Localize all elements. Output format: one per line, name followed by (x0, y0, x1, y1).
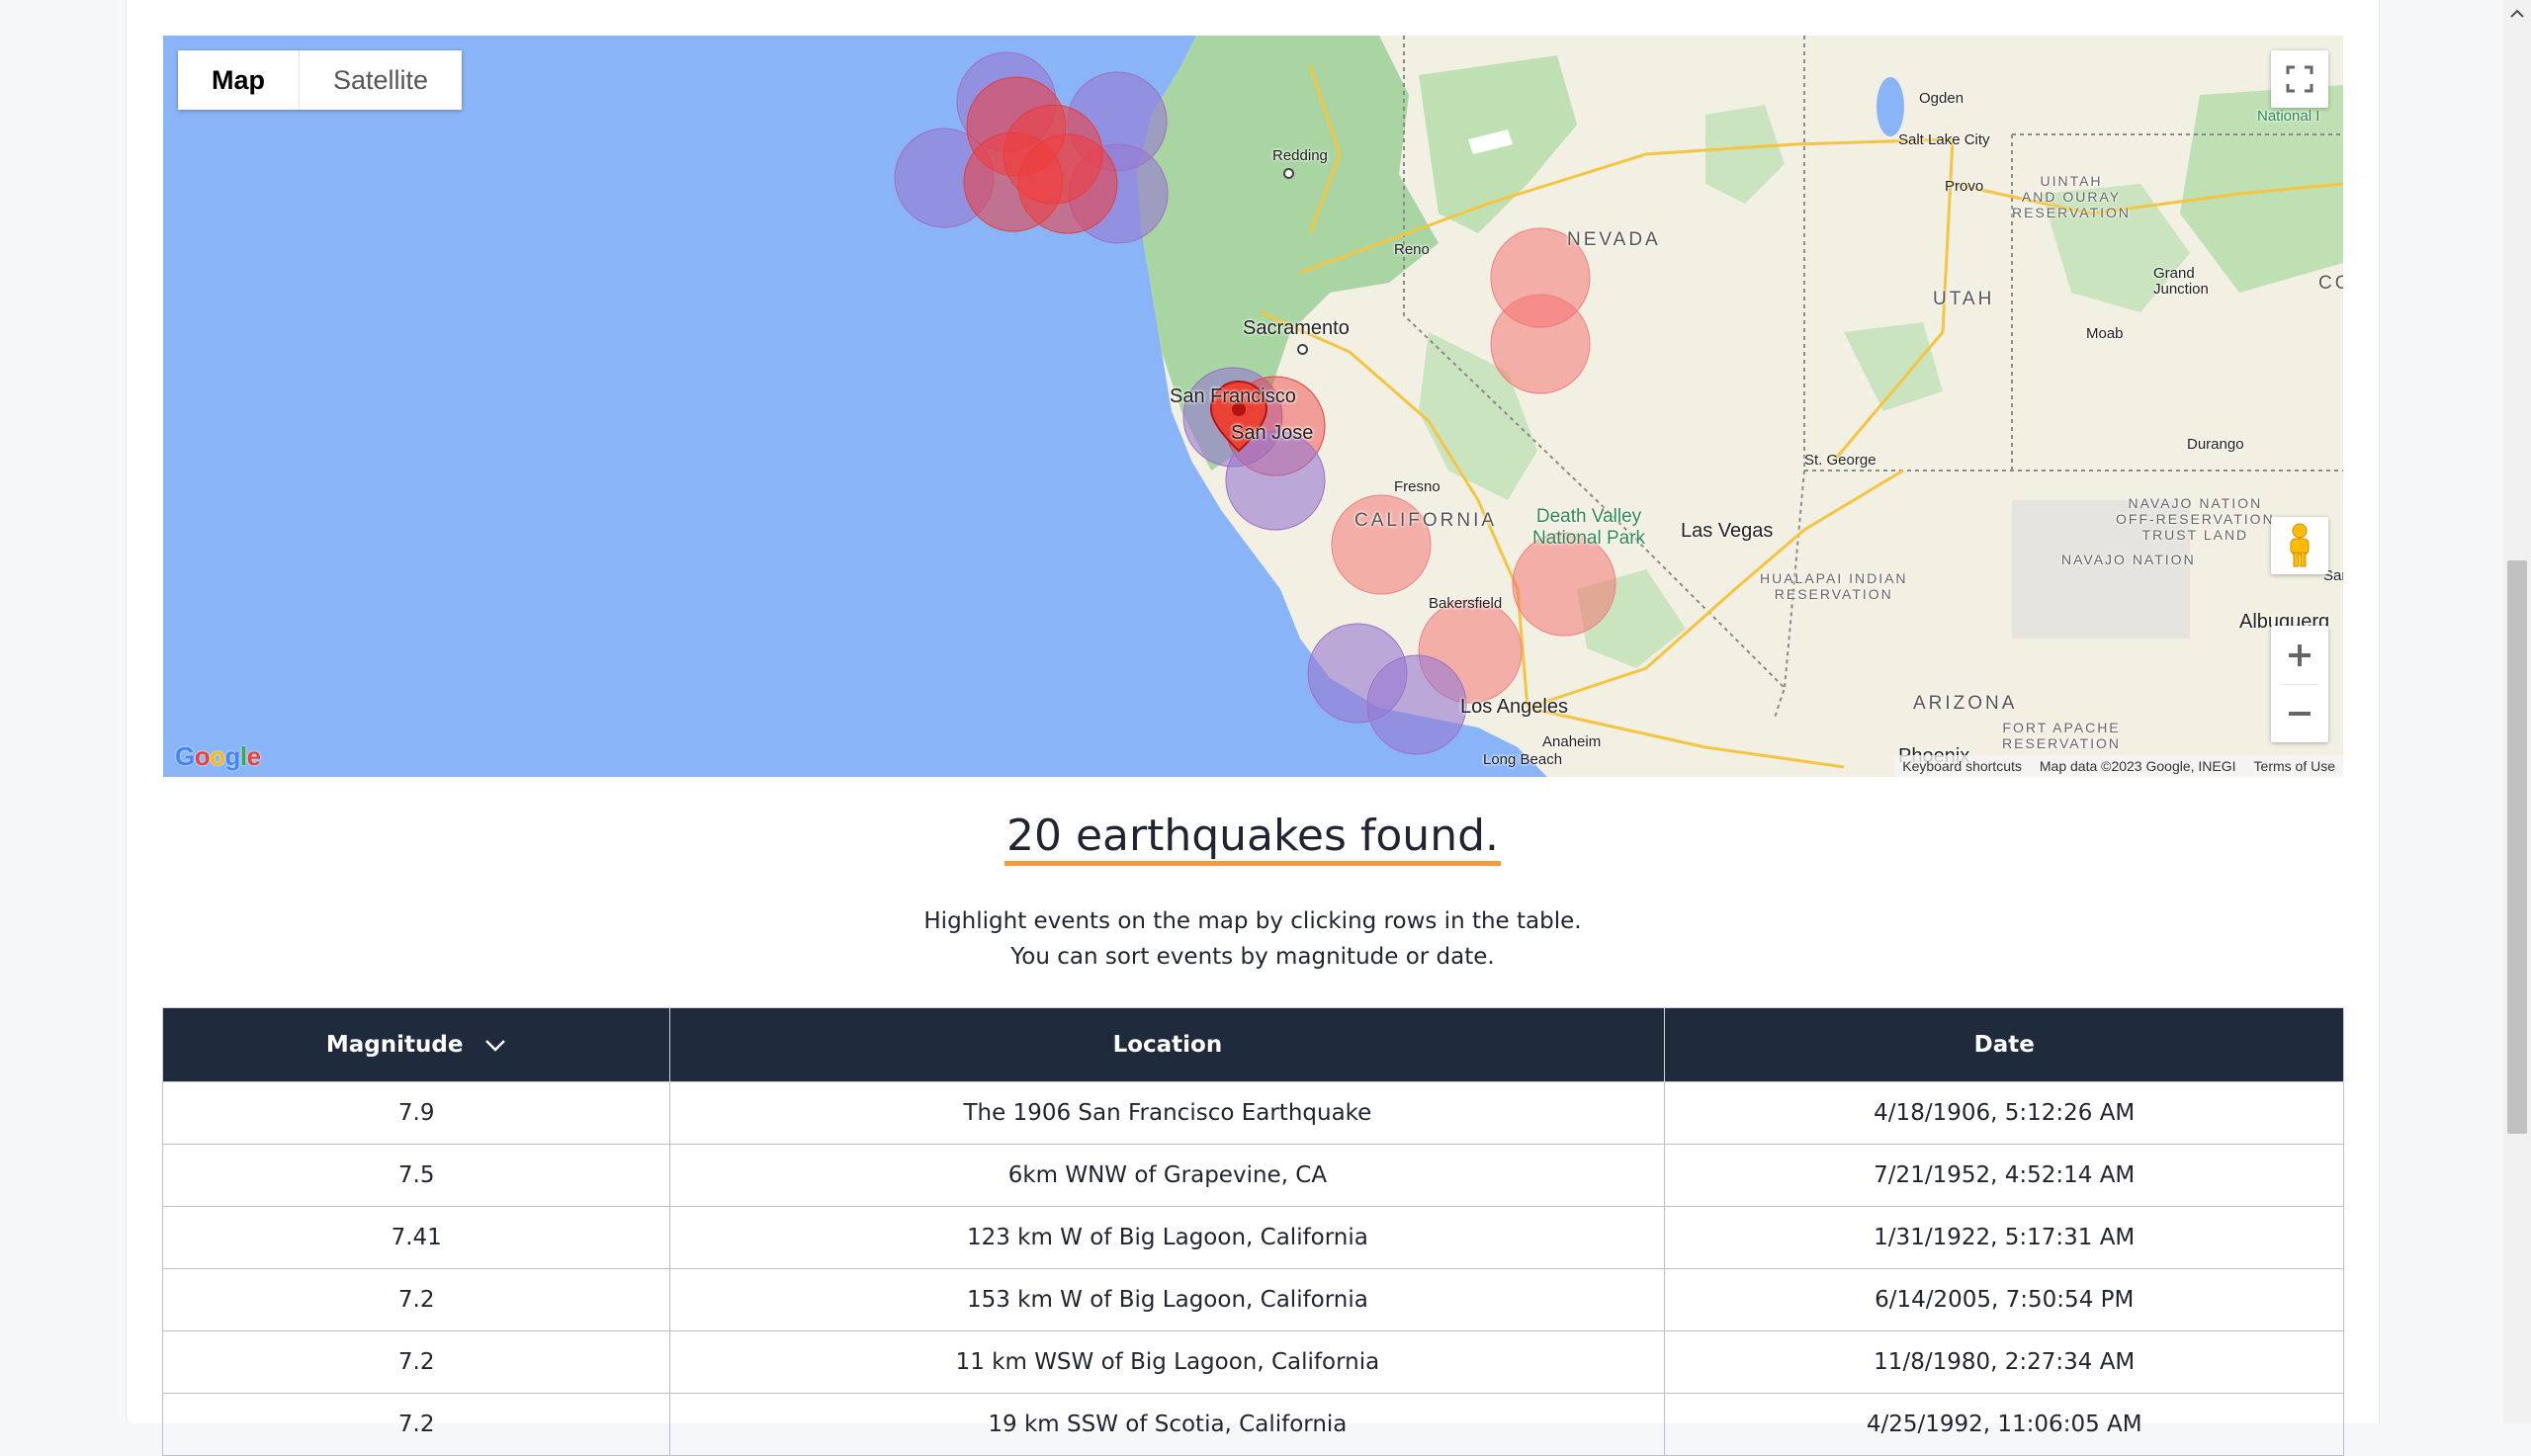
earthquake-table: Magnitude Location Date 7.9 The 1906 San… (161, 1007, 2344, 1456)
label-san-francisco: San Francisco (1170, 385, 1296, 407)
map-type-map-button[interactable]: Map (178, 50, 300, 110)
label-nevada: NEVADA (1567, 229, 1661, 250)
label-california: CALIFORNIA (1354, 510, 1498, 531)
magnitude-cell: 7.2 (161, 1393, 671, 1456)
terms-of-use-link[interactable]: Terms of Use (2254, 758, 2335, 774)
city-dot (1283, 168, 1294, 179)
table-row[interactable]: 7.5 6km WNW of Grapevine, CA 7/21/1952, … (161, 1144, 2344, 1207)
magnitude-column-header[interactable]: Magnitude (161, 1007, 671, 1082)
location-cell: 123 km W of Big Lagoon, California (669, 1206, 1666, 1269)
street-view-pegman[interactable] (2271, 517, 2328, 574)
date-cell: 7/21/1952, 4:52:14 AM (1664, 1144, 2344, 1207)
location-column-header: Location (669, 1007, 1666, 1082)
label-anaheim: Anaheim (1542, 733, 1602, 750)
date-column-header[interactable]: Date (1664, 1007, 2344, 1082)
table-row[interactable]: 7.2 11 km WSW of Big Lagoon, California … (161, 1330, 2344, 1394)
earthquake-map[interactable]: Redding Reno Sacramento San Francisco Sa… (163, 36, 2343, 777)
results-headline: 20 earthquakes found. (127, 811, 2379, 866)
magnitude-cell: 7.9 (161, 1081, 671, 1145)
label-hualapai: HUALAPAI INDIAN RESERVATION (1760, 570, 1908, 602)
label-fresno: Fresno (1394, 478, 1440, 495)
label-colorado-partial: CO (2318, 273, 2343, 294)
scroll-thumb[interactable] (2507, 560, 2527, 1134)
label-las-vegas: Las Vegas (1681, 520, 1774, 542)
chevron-down-icon (485, 1039, 506, 1052)
magnitude-cell: 7.2 (161, 1330, 671, 1394)
date-cell: 6/14/2005, 7:50:54 PM (1664, 1268, 2344, 1331)
label-provo: Provo (1945, 178, 1984, 195)
label-redding: Redding (1272, 147, 1328, 164)
map-data-text: Map data ©2023 Google, INEGI (2039, 758, 2236, 774)
label-fort-apache: FORT APACHE RESERVATION (2002, 720, 2122, 751)
date-cell: 11/8/1980, 2:27:34 AM (1664, 1330, 2344, 1394)
date-cell: 4/18/1906, 5:12:26 AM (1664, 1081, 2344, 1145)
map-attribution: Keyboard shortcuts Map data ©2023 Google… (1894, 755, 2343, 777)
zoom-control (2271, 626, 2328, 742)
results-count: 20 earthquakes found. (1004, 811, 1501, 866)
label-st-george: St. George (1804, 452, 1876, 469)
label-long-beach: Long Beach (1483, 751, 1563, 768)
table-row[interactable]: 7.9 The 1906 San Francisco Earthquake 4/… (161, 1081, 2344, 1145)
label-grand-junction: Grand Junction (2153, 265, 2209, 298)
scroll-up-button[interactable] (2503, 0, 2531, 28)
label-san-jose: San Jose (1231, 422, 1314, 444)
fullscreen-button[interactable] (2271, 50, 2328, 108)
instruction-line-1: Highlight events on the map by clicking … (923, 908, 1582, 934)
page-scrollbar[interactable] (2503, 0, 2531, 1423)
zoom-out-button[interactable] (2271, 685, 2328, 742)
label-utah: UTAH (1933, 289, 1995, 309)
label-ogden: Ogden (1919, 90, 1964, 107)
instructions: Highlight events on the map by clicking … (127, 903, 2379, 975)
date-cell: 1/31/1922, 5:17:31 AM (1664, 1206, 2344, 1269)
location-cell: 19 km SSW of Scotia, California (669, 1393, 1666, 1456)
label-navajo: NAVAJO NATION (2061, 552, 2196, 567)
table-row[interactable]: 7.41 123 km W of Big Lagoon, California … (161, 1206, 2344, 1269)
chevron-up-icon (2510, 9, 2524, 18)
location-cell: 6km WNW of Grapevine, CA (669, 1144, 1666, 1207)
map-type-control: Map Satellite (178, 50, 463, 110)
pegman-icon (2290, 523, 2310, 567)
label-arizona: ARIZONA (1913, 693, 2018, 714)
label-bakersfield: Bakersfield (1429, 595, 1503, 612)
map-type-satellite-button[interactable]: Satellite (300, 50, 463, 110)
magnitude-cell: 7.2 (161, 1268, 671, 1331)
magnitude-cell: 7.5 (161, 1144, 671, 1207)
location-cell: 11 km WSW of Big Lagoon, California (669, 1330, 1666, 1394)
instruction-line-2: You can sort events by magnitude or date… (1010, 944, 1495, 970)
label-reno: Reno (1394, 241, 1430, 258)
keyboard-shortcuts-link[interactable]: Keyboard shortcuts (1902, 758, 2022, 774)
minus-icon (2289, 711, 2311, 716)
table-header-row: Magnitude Location Date (161, 1007, 2344, 1082)
table-row[interactable]: 7.2 19 km SSW of Scotia, California 4/25… (161, 1393, 2344, 1456)
fullscreen-icon (2286, 65, 2313, 93)
content-card: Redding Reno Sacramento San Francisco Sa… (126, 0, 2380, 1456)
date-cell: 4/25/1992, 11:06:05 AM (1664, 1393, 2344, 1456)
label-salt-lake-city: Salt Lake City (1898, 131, 1990, 148)
label-national-partial: National I (2257, 108, 2320, 125)
label-uintah: UINTAH AND OURAY RESERVATION (2012, 173, 2132, 220)
location-cell: The 1906 San Francisco Earthquake (669, 1081, 1666, 1145)
plus-icon (2289, 643, 2311, 666)
magnitude-header-label: Magnitude (325, 1032, 464, 1058)
google-logo: Google (175, 741, 261, 771)
location-cell: 153 km W of Big Lagoon, California (669, 1268, 1666, 1331)
label-los-angeles: Los Angeles (1460, 696, 1568, 718)
label-sacramento: Sacramento (1243, 317, 1350, 339)
label-navajo-trust: NAVAJO NATION OFF-RESERVATION TRUST LAND (2116, 495, 2275, 543)
label-death-valley: Death Valley National Park (1532, 506, 1646, 549)
table-row[interactable]: 7.2 153 km W of Big Lagoon, California 6… (161, 1268, 2344, 1331)
label-durango: Durango (2187, 436, 2244, 453)
zoom-in-button[interactable] (2271, 627, 2328, 684)
city-dot (1297, 344, 1308, 355)
magnitude-cell: 7.41 (161, 1206, 671, 1269)
label-moab: Moab (2086, 325, 2124, 342)
